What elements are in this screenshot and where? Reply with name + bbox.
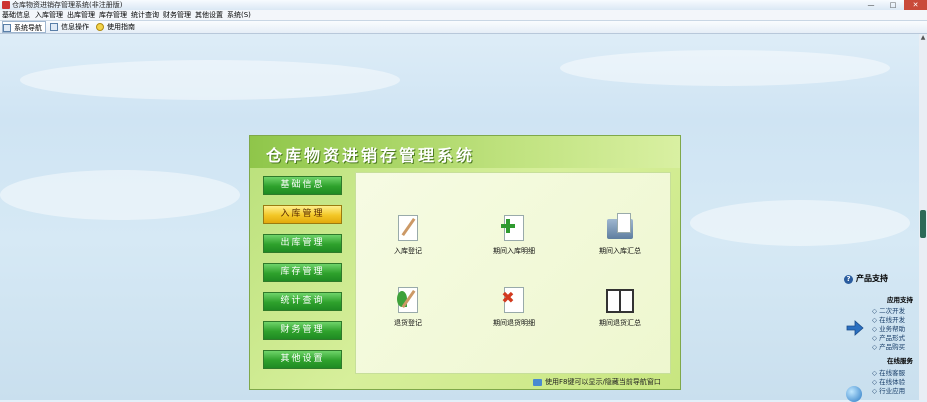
- fn-return-register[interactable]: 退货登记: [368, 285, 448, 328]
- function-area: 入库登记 期间入库明细 期间入库汇总 退货登记 ✖ 期间退货明细 期间退货汇总: [355, 172, 671, 374]
- vertical-scrollbar[interactable]: ▲: [919, 34, 927, 400]
- book-icon: [605, 285, 635, 315]
- menu-outbound[interactable]: 出库管理: [67, 10, 95, 20]
- link-product-purchase[interactable]: ◇ 产品购买: [872, 341, 905, 351]
- nav-basic-info[interactable]: 基础信息: [263, 176, 342, 195]
- menu-system[interactable]: 系统(S): [227, 10, 251, 20]
- toolbar-user-guide[interactable]: 使用指南: [96, 21, 135, 33]
- window-icon: [3, 24, 11, 32]
- scroll-thumb[interactable]: [920, 210, 926, 238]
- menu-bar: 基础信息 入库管理 出库管理 库存管理 统计查询 财务管理 其他设置 系统(S): [0, 10, 927, 21]
- fn-period-return-summary[interactable]: 期间退货汇总: [580, 285, 660, 328]
- app-icon: [2, 1, 10, 9]
- menu-other-settings[interactable]: 其他设置: [195, 10, 223, 20]
- panel-title: 仓库物资进销存管理系统: [266, 146, 476, 165]
- window-title: 仓库物资进销存管理系统(非注册版): [12, 1, 123, 9]
- product-support-heading: ? 产品支持: [844, 273, 918, 284]
- toolbar-system-nav[interactable]: 系统导航: [2, 21, 46, 33]
- fn-inbound-register[interactable]: 入库登记: [368, 213, 448, 256]
- online-service-title: 在线服务: [887, 357, 913, 365]
- toolbar: 系统导航 信息操作 使用指南: [0, 21, 927, 34]
- question-icon: ?: [844, 275, 853, 284]
- document-add-icon: [499, 213, 529, 243]
- background-cloud: [0, 170, 240, 220]
- panel-header: 仓库物资进销存管理系统: [250, 136, 680, 168]
- toolbar-info-ops[interactable]: 信息操作: [50, 21, 89, 33]
- app-support-title: 应用支持: [887, 296, 913, 304]
- nav-other-settings[interactable]: 其他设置: [263, 350, 342, 369]
- link-industry-app[interactable]: ◇ 行业应用: [872, 385, 905, 395]
- ledger-pen-icon: [393, 213, 423, 243]
- nav-inbound[interactable]: 入库管理: [263, 205, 342, 224]
- table-icon: [50, 23, 58, 31]
- nav-statistics[interactable]: 统计查询: [263, 292, 342, 311]
- product-support: ? 产品支持: [844, 273, 918, 284]
- f8-hint: 使用F8键可以显示/隐藏当前导航窗口: [533, 377, 661, 387]
- window-title-bar: 仓库物资进销存管理系统(非注册版) — □ ✕: [0, 0, 927, 10]
- arrow-right-icon: [846, 320, 864, 336]
- nav-inventory[interactable]: 库存管理: [263, 263, 342, 282]
- maximize-button[interactable]: □: [882, 0, 904, 10]
- minimize-button[interactable]: —: [860, 0, 882, 10]
- background-cloud: [690, 200, 910, 246]
- fn-period-inbound-summary[interactable]: 期间入库汇总: [580, 213, 660, 256]
- menu-statistics[interactable]: 统计查询: [131, 10, 159, 20]
- close-button[interactable]: ✕: [904, 0, 927, 10]
- folder-summary-icon: [605, 213, 635, 243]
- nav-finance[interactable]: 财务管理: [263, 321, 342, 340]
- keyboard-icon: [533, 378, 542, 386]
- document-delete-icon: ✖: [499, 285, 529, 315]
- scroll-up-icon[interactable]: ▲: [919, 34, 927, 42]
- menu-basic-info[interactable]: 基础信息: [2, 10, 30, 20]
- navigation-panel: 仓库物资进销存管理系统 基础信息 入库管理 出库管理 库存管理 统计查询 财务管…: [249, 135, 681, 390]
- plant-pen-icon: [393, 285, 423, 315]
- help-icon: [96, 23, 104, 31]
- nav-outbound[interactable]: 出库管理: [263, 234, 342, 253]
- fn-period-inbound-detail[interactable]: 期间入库明细: [474, 213, 554, 256]
- menu-inbound[interactable]: 入库管理: [35, 10, 63, 20]
- background-cloud: [20, 60, 400, 100]
- menu-inventory[interactable]: 库存管理: [99, 10, 127, 20]
- background-cloud: [560, 50, 890, 86]
- fn-period-return-detail[interactable]: ✖ 期间退货明细: [474, 285, 554, 328]
- menu-finance[interactable]: 财务管理: [163, 10, 191, 20]
